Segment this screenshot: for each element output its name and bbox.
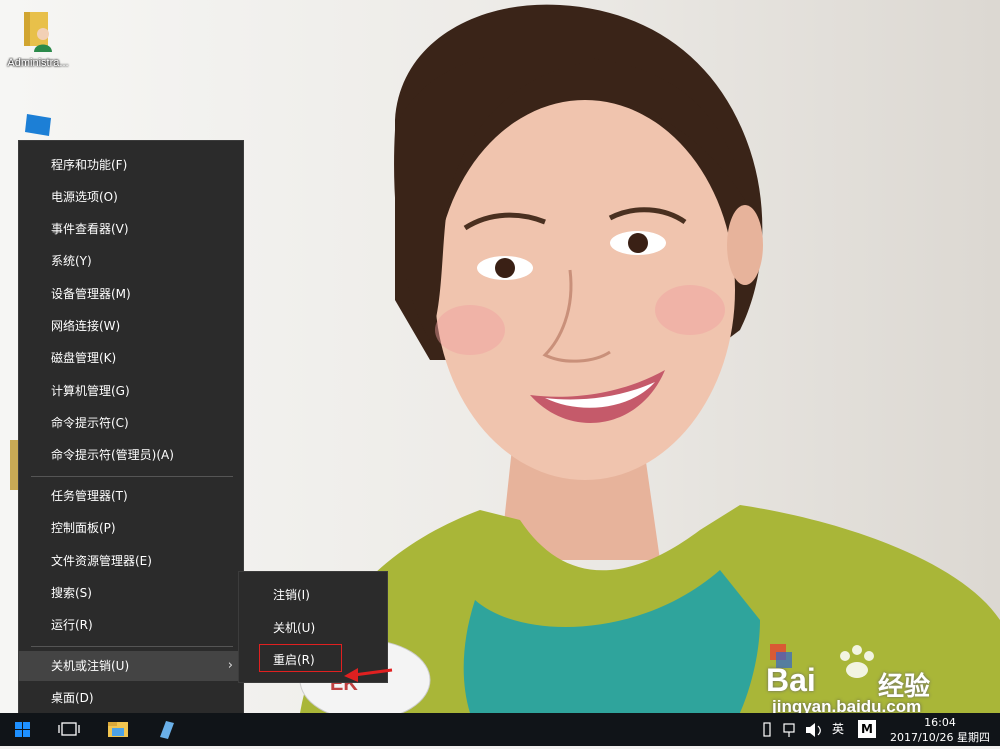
menu-item-system[interactable]: 系统(Y) bbox=[19, 246, 243, 276]
volume-icon bbox=[806, 723, 815, 737]
network-icon bbox=[783, 723, 795, 733]
this-pc-icon bbox=[25, 114, 51, 136]
menu-item-device-manager[interactable]: 设备管理器(M) bbox=[19, 279, 243, 309]
menu-item-command-prompt-admin[interactable]: 命令提示符(管理员)(A) bbox=[19, 440, 243, 470]
chevron-right-icon: › bbox=[227, 658, 233, 673]
app-taskbar-button[interactable] bbox=[144, 713, 190, 746]
desktop-icon-label: Administra... bbox=[7, 57, 69, 69]
menu-item-disk-management[interactable]: 磁盘管理(K) bbox=[19, 343, 243, 373]
menu-item-file-explorer[interactable]: 文件资源管理器(E) bbox=[19, 546, 243, 576]
menu-item-label: 关机或注销(U) bbox=[51, 659, 130, 673]
watermark-brand: Bai bbox=[766, 662, 816, 698]
menu-item-network-connections[interactable]: 网络连接(W) bbox=[19, 311, 243, 341]
input-language-indicator[interactable]: 英 bbox=[832, 713, 844, 746]
start-button[interactable] bbox=[0, 713, 46, 746]
menu-item-command-prompt[interactable]: 命令提示符(C) bbox=[19, 408, 243, 438]
menu-item-run[interactable]: 运行(R) bbox=[19, 610, 243, 640]
clock-date: 2017/10/26 星期四 bbox=[890, 731, 990, 744]
menu-item-search[interactable]: 搜索(S) bbox=[19, 578, 243, 608]
menu-item-programs-features[interactable]: 程序和功能(F) bbox=[19, 150, 243, 180]
menu-item-control-panel[interactable]: 控制面板(P) bbox=[19, 513, 243, 543]
usb-icon bbox=[763, 722, 771, 737]
menu-item-event-viewer[interactable]: 事件查看器(V) bbox=[19, 214, 243, 244]
user-folder-icon bbox=[24, 12, 52, 52]
submenu-item-shutdown[interactable]: 关机(U) bbox=[239, 613, 387, 643]
clock-time: 16:04 bbox=[924, 716, 956, 729]
menu-item-computer-management[interactable]: 计算机管理(G) bbox=[19, 376, 243, 406]
menu-item-power-options[interactable]: 电源选项(O) bbox=[19, 182, 243, 212]
file-explorer-taskbar-button[interactable] bbox=[96, 713, 142, 746]
annotation-arrow-icon bbox=[344, 668, 393, 682]
menu-item-shutdown-signout[interactable]: 关机或注销(U) › bbox=[19, 651, 243, 681]
menu-separator bbox=[31, 646, 233, 647]
task-view-button[interactable] bbox=[46, 713, 92, 746]
restart-highlight-box bbox=[259, 644, 342, 672]
windows-logo-icon bbox=[15, 722, 30, 737]
winx-context-menu: 程序和功能(F) 电源选项(O) 事件查看器(V) 系统(Y) 设备管理器(M)… bbox=[18, 140, 244, 722]
system-tray-icons bbox=[763, 722, 821, 737]
menu-separator bbox=[31, 476, 233, 477]
ime-mode-indicator[interactable]: M bbox=[858, 720, 876, 738]
app-icon bbox=[160, 721, 174, 739]
menu-item-task-manager[interactable]: 任务管理器(T) bbox=[19, 481, 243, 511]
folder-icon bbox=[108, 722, 128, 737]
menu-item-desktop[interactable]: 桌面(D) bbox=[19, 683, 243, 713]
task-view-icon bbox=[58, 722, 80, 736]
desktop-icon-partial bbox=[10, 440, 18, 490]
taskbar: 英 M 16:04 2017/10/26 星期四 bbox=[0, 713, 1000, 746]
taskbar-clock[interactable]: 16:04 2017/10/26 星期四 bbox=[884, 713, 996, 745]
submenu-item-signout[interactable]: 注销(I) bbox=[239, 580, 387, 610]
desktop-icon-administrator[interactable]: Administra... bbox=[0, 10, 76, 69]
